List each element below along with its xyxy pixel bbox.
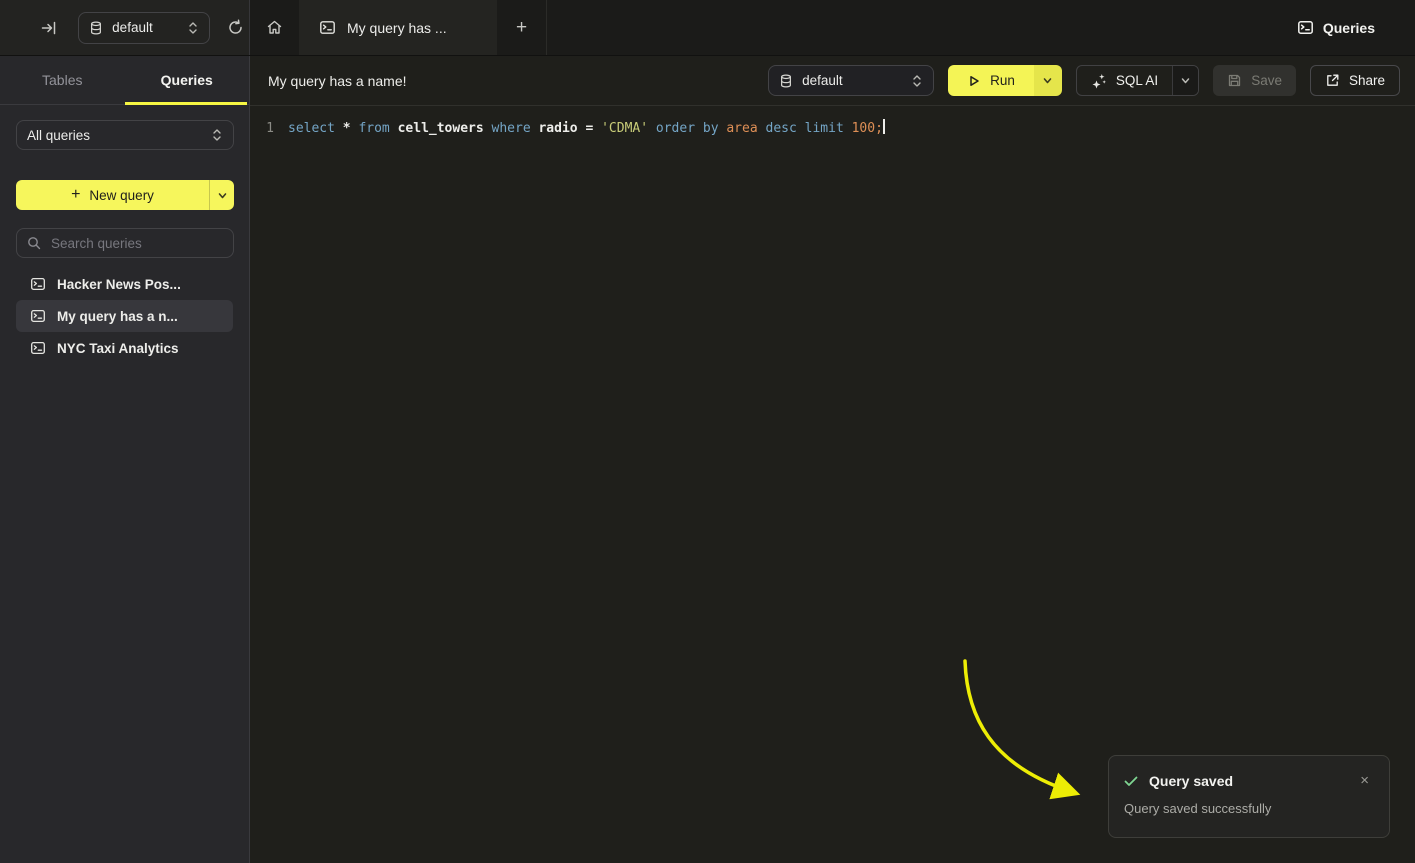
collapse-sidebar-icon[interactable] xyxy=(35,14,62,42)
plus-icon: + xyxy=(516,17,527,39)
chevron-updown-icon xyxy=(187,21,199,35)
top-bar-left-section: default xyxy=(0,0,250,55)
sql-token-number: 100; xyxy=(852,121,883,136)
share-icon xyxy=(1325,73,1340,88)
line-number: 1 xyxy=(250,119,274,138)
sql-token-keyword: desc limit xyxy=(766,121,852,136)
tab-tables-label: Tables xyxy=(42,72,82,88)
sidebar-body: All queries + New query xyxy=(0,105,249,364)
toast-query-saved: Query saved × Query saved successfully xyxy=(1108,755,1390,838)
query-header: My query has a name! default xyxy=(250,56,1415,106)
sql-token-keyword: order by xyxy=(656,121,726,136)
query-list-item-selected[interactable]: My query has a n... xyxy=(16,300,233,332)
database-selector-topbar[interactable]: default xyxy=(78,12,210,44)
tab-tables[interactable]: Tables xyxy=(0,56,125,104)
text-cursor xyxy=(883,119,885,134)
sidebar: Tables Queries All queries + New query xyxy=(0,56,250,863)
sidebar-tabs: Tables Queries xyxy=(0,56,249,105)
tab-my-query[interactable]: My query has ... xyxy=(299,0,497,55)
sql-ai-dropdown-button[interactable] xyxy=(1172,66,1198,95)
query-item-label: NYC Taxi Analytics xyxy=(57,341,179,356)
queries-panel-label: Queries xyxy=(1323,20,1375,36)
terminal-icon xyxy=(319,19,336,36)
save-label: Save xyxy=(1251,73,1282,88)
tab-queries-label: Queries xyxy=(161,72,213,88)
database-selector-header[interactable]: default xyxy=(768,65,934,96)
sql-token-string: 'CDMA' xyxy=(601,121,656,136)
tab-queries[interactable]: Queries xyxy=(125,56,250,104)
run-button-group: Run xyxy=(948,65,1062,96)
play-icon xyxy=(967,74,981,88)
toast-message: Query saved successfully xyxy=(1124,801,1373,816)
search-icon xyxy=(27,236,41,250)
sql-ai-button[interactable]: SQL AI xyxy=(1077,66,1172,95)
sparkles-icon xyxy=(1091,73,1107,89)
check-icon xyxy=(1123,773,1139,789)
sql-token-keyword: select xyxy=(288,121,343,136)
share-button[interactable]: Share xyxy=(1310,65,1400,96)
chevron-down-icon xyxy=(1042,75,1053,86)
run-label: Run xyxy=(990,73,1015,88)
new-query-main[interactable]: + New query xyxy=(16,180,209,210)
new-query-dropdown-button[interactable] xyxy=(209,180,234,210)
top-bar: default My query xyxy=(0,0,1415,56)
run-button[interactable]: Run xyxy=(948,65,1034,96)
query-list-item[interactable]: Hacker News Pos... xyxy=(16,268,233,300)
home-button[interactable] xyxy=(250,0,299,55)
query-title[interactable]: My query has a name! xyxy=(268,73,407,89)
query-list-item[interactable]: NYC Taxi Analytics xyxy=(16,332,233,364)
sql-token-operator: * xyxy=(343,121,359,136)
top-bar-spacer xyxy=(547,0,1297,55)
close-icon[interactable]: × xyxy=(1356,771,1373,790)
sql-editor[interactable]: 1 select * from cell_towers where radio … xyxy=(250,106,1415,138)
run-dropdown-button[interactable] xyxy=(1034,65,1062,96)
toast-header: Query saved × xyxy=(1123,771,1373,790)
query-list: Hacker News Pos... My query has a n... N… xyxy=(16,268,233,364)
main-panel: My query has a name! default xyxy=(250,56,1415,863)
database-selector-value: default xyxy=(802,73,902,88)
save-icon xyxy=(1227,73,1242,88)
sql-ai-button-group: SQL AI xyxy=(1076,65,1199,96)
sql-token-identifier: radio xyxy=(538,121,585,136)
sql-token-identifier: cell_towers xyxy=(398,121,492,136)
query-filter-select[interactable]: All queries xyxy=(16,120,234,150)
toast-title: Query saved xyxy=(1149,773,1346,789)
terminal-icon xyxy=(30,276,46,292)
sql-token-function: area xyxy=(726,121,765,136)
share-label: Share xyxy=(1349,73,1385,88)
query-item-label: My query has a n... xyxy=(57,309,178,324)
chevron-down-icon xyxy=(1180,75,1191,86)
new-query-button[interactable]: + New query xyxy=(16,180,234,210)
save-button[interactable]: Save xyxy=(1213,65,1296,96)
tab-label: My query has ... xyxy=(347,20,447,36)
chevron-updown-icon xyxy=(911,74,923,88)
queries-panel-toggle[interactable]: Queries xyxy=(1297,0,1375,55)
query-filter-value: All queries xyxy=(27,128,202,143)
sql-token-keyword: where xyxy=(492,121,539,136)
new-query-label: New query xyxy=(89,188,154,203)
terminal-icon xyxy=(30,340,46,356)
plus-icon: + xyxy=(71,186,80,204)
chevron-down-icon xyxy=(217,190,228,201)
sql-token-keyword: from xyxy=(358,121,397,136)
database-icon xyxy=(779,74,793,88)
sql-token-operator: = xyxy=(585,121,601,136)
database-icon xyxy=(89,21,103,35)
refresh-icon[interactable] xyxy=(222,14,249,42)
code-line[interactable]: select * from cell_towers where radio = … xyxy=(288,119,885,138)
terminal-icon xyxy=(1297,19,1314,36)
sql-ai-label: SQL AI xyxy=(1116,73,1158,88)
search-queries-box[interactable] xyxy=(16,228,234,258)
new-tab-button[interactable]: + xyxy=(497,0,547,55)
query-item-label: Hacker News Pos... xyxy=(57,277,181,292)
search-queries-input[interactable] xyxy=(49,235,209,252)
chevron-updown-icon xyxy=(211,128,223,142)
terminal-icon xyxy=(30,308,46,324)
database-selector-value: default xyxy=(112,20,178,35)
